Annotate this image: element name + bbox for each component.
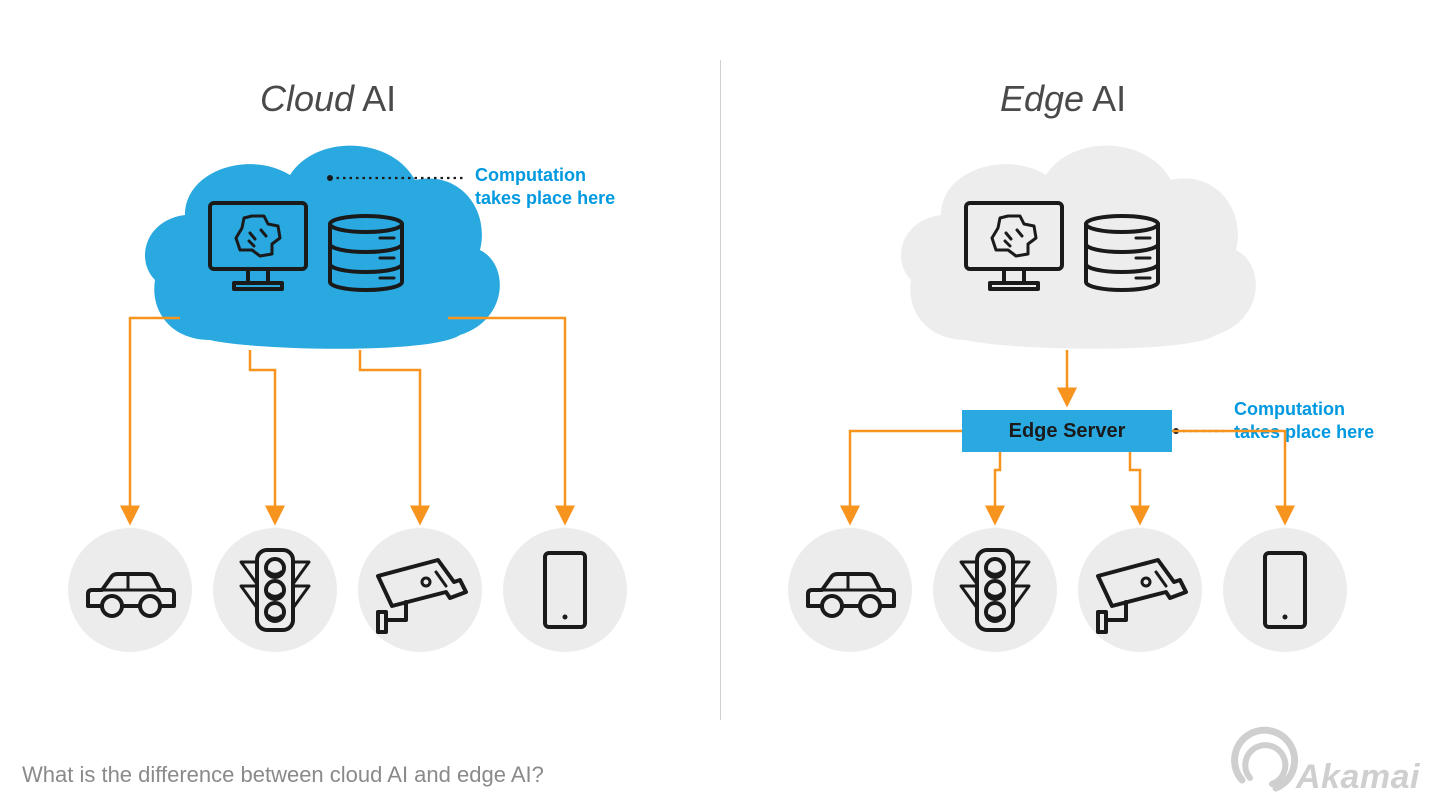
devices-left [68,528,627,652]
arrows-right [850,431,1285,518]
cloud-blue-icon [145,146,500,349]
diagram-canvas: Akamai [0,0,1440,810]
brand-text: Akamai [1295,758,1421,796]
cloud-grey-icon [901,146,1256,349]
brand-logo [1235,730,1295,788]
devices-right [788,528,1347,652]
